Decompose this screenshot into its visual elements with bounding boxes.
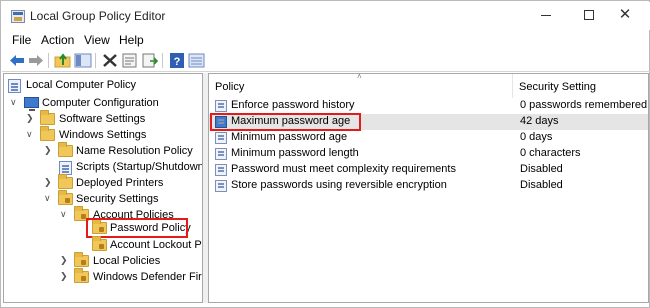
chevron-right-icon[interactable]: ❯ [60, 255, 68, 266]
folder-icon [40, 126, 55, 141]
export-list-icon[interactable] [141, 52, 159, 69]
gpedit-app-icon [11, 10, 25, 23]
tree-item-windows-defender-firewall[interactable]: ❯ Windows Defender Firewall [4, 268, 202, 288]
menu-bar: File Action View Help [2, 30, 650, 50]
close-button[interactable]: ✕ [606, 5, 644, 27]
security-folder-icon [74, 252, 89, 267]
policy-setting-icon [215, 100, 227, 112]
help-icon[interactable]: ? [168, 52, 186, 69]
scripts-icon [59, 161, 72, 175]
maximize-button[interactable] [570, 5, 608, 27]
security-folder-icon [58, 190, 73, 205]
table-row[interactable]: Enforce password history 0 passwords rem… [209, 98, 648, 114]
table-row[interactable]: Minimum password length 0 characters [209, 146, 648, 162]
sort-ascending-icon: ˄ [357, 73, 362, 81]
menu-view[interactable]: View [84, 33, 110, 47]
table-row[interactable]: Maximum password age 42 days [209, 113, 648, 131]
policy-setting-icon [215, 164, 227, 176]
minimize-button[interactable] [527, 5, 565, 27]
policy-setting-icon [215, 148, 227, 160]
policy-list-pane: ˄ Policy Security Setting Enforce passwo… [208, 73, 649, 303]
column-header-policy[interactable]: ˄ Policy [209, 74, 513, 98]
policy-document-icon [8, 79, 21, 93]
chevron-down-icon[interactable]: ∨ [44, 193, 51, 204]
folder-icon [58, 174, 73, 189]
show-hide-tree-icon[interactable] [74, 52, 92, 69]
highlight-box [86, 218, 188, 238]
up-folder-icon[interactable] [54, 52, 72, 69]
highlight-box [210, 113, 361, 131]
computer-icon [24, 97, 39, 111]
delete-icon[interactable] [101, 52, 119, 69]
security-folder-icon [92, 236, 107, 251]
tree-item-local-computer-policy[interactable]: Local Computer Policy [4, 76, 202, 96]
toolbar: ? [2, 50, 650, 72]
chevron-right-icon[interactable]: ❯ [60, 271, 68, 282]
chevron-down-icon[interactable]: ∨ [26, 129, 33, 140]
menu-help[interactable]: Help [119, 33, 144, 47]
security-folder-icon [74, 268, 89, 283]
chevron-right-icon[interactable]: ❯ [44, 177, 52, 188]
menu-action[interactable]: Action [41, 33, 74, 47]
chevron-down-icon[interactable]: ∨ [10, 97, 17, 108]
table-row[interactable]: Store passwords using reversible encrypt… [209, 178, 648, 194]
back-icon[interactable] [8, 52, 26, 69]
menu-file[interactable]: File [12, 33, 31, 47]
forward-icon[interactable] [27, 52, 45, 69]
title-bar: Local Group Policy Editor ✕ [2, 2, 650, 30]
table-row[interactable]: Password must meet complexity requiremen… [209, 162, 648, 178]
filter-options-icon[interactable] [188, 52, 206, 69]
chevron-right-icon[interactable]: ❯ [44, 145, 52, 156]
column-header-security-setting[interactable]: Security Setting [513, 74, 648, 98]
folder-icon [58, 142, 73, 157]
chevron-right-icon[interactable]: ❯ [26, 113, 34, 124]
app-window: Local Group Policy Editor ✕ File Action … [0, 0, 650, 308]
table-row[interactable]: Minimum password age 0 days [209, 130, 648, 146]
chevron-down-icon[interactable]: ∨ [60, 209, 67, 220]
properties-icon[interactable] [121, 52, 139, 69]
tree-pane: Local Computer Policy ∨ Computer Configu… [3, 73, 203, 303]
policy-setting-icon [215, 180, 227, 192]
svg-text:?: ? [174, 56, 181, 68]
folder-icon [40, 110, 55, 125]
tree-item-password-policy[interactable]: Password Policy [86, 218, 191, 238]
window-title: Local Group Policy Editor [30, 9, 166, 23]
policy-setting-icon [215, 132, 227, 144]
